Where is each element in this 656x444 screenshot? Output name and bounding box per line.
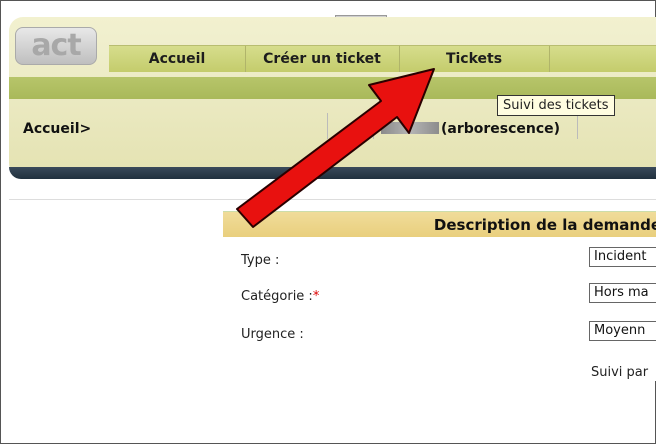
app-viewport: act Accueil Créer un ticket Tickets Accu… bbox=[9, 17, 656, 381]
annotation-arrow-icon bbox=[236, 68, 435, 228]
screenshot-frame: act Accueil Créer un ticket Tickets Accu… bbox=[0, 0, 656, 444]
